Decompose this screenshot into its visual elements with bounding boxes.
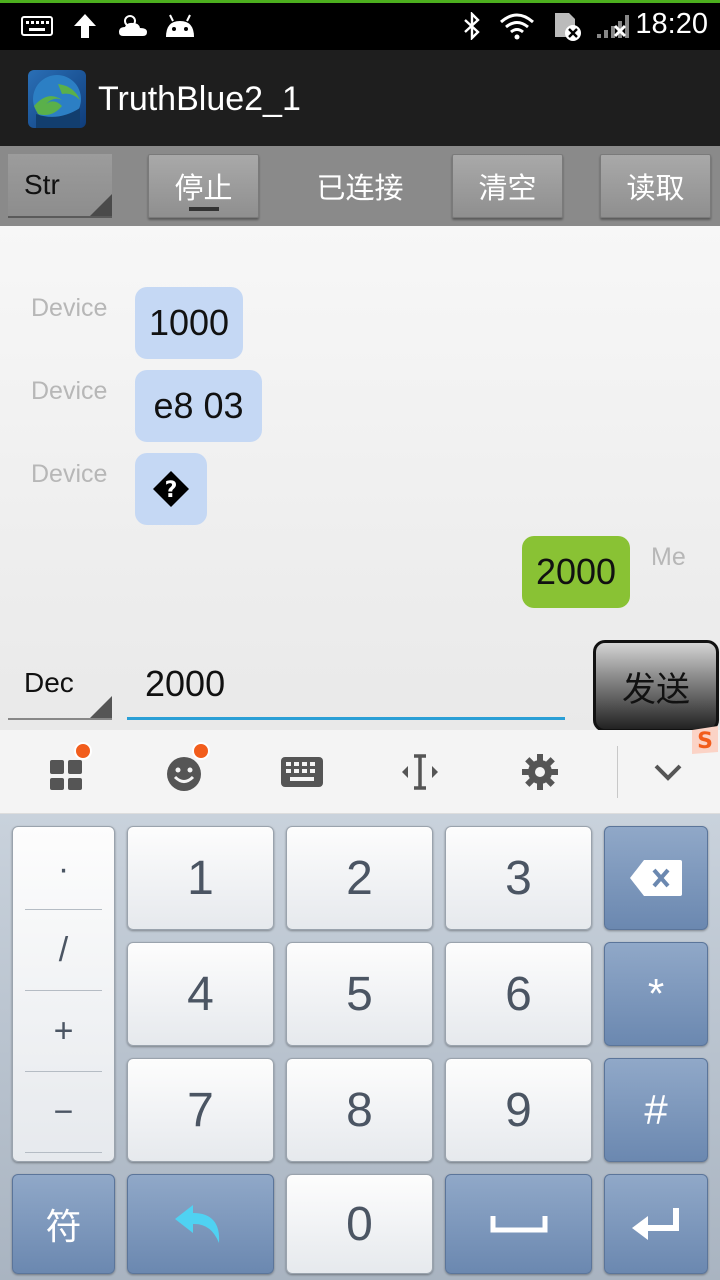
- android-icon: [162, 10, 198, 42]
- message-sender: Device: [31, 460, 108, 488]
- stop-button[interactable]: 停止: [148, 154, 259, 218]
- wifi-icon: [498, 10, 536, 42]
- toolbar: Str 停止 已连接 清空 读取: [0, 146, 720, 226]
- apps-grid-icon[interactable]: [44, 742, 92, 794]
- status-accent-line: [0, 0, 720, 3]
- notification-dot: [74, 742, 92, 760]
- space-key[interactable]: [445, 1174, 592, 1274]
- clear-button[interactable]: 清空: [452, 154, 563, 218]
- enter-key[interactable]: [604, 1174, 708, 1274]
- undo-arrow-icon: [174, 1205, 219, 1243]
- keyboard-toolbar: [0, 730, 720, 814]
- dropdown-triangle-icon: [90, 194, 112, 216]
- message-bubble[interactable]: e8 03: [135, 370, 262, 442]
- message-bubble[interactable]: 2000: [522, 536, 630, 608]
- sim-icon: [550, 10, 584, 42]
- key-7[interactable]: 7: [127, 1058, 274, 1162]
- emoji-icon[interactable]: [162, 742, 210, 794]
- stop-underline: [189, 207, 219, 211]
- sogou-logo-icon: S: [688, 724, 720, 756]
- hash-key[interactable]: #: [604, 1058, 708, 1162]
- status-bar: 18:20: [0, 0, 720, 50]
- unknown-char-icon: ?: [153, 471, 189, 507]
- message-bubble[interactable]: 1000: [135, 287, 243, 359]
- symbol-key[interactable]: −: [25, 1072, 102, 1152]
- message-sender: Device: [31, 377, 108, 405]
- key-6[interactable]: 6: [445, 942, 592, 1046]
- signal-icon: [594, 10, 634, 42]
- upload-arrow-icon: [70, 10, 100, 42]
- cursor-icon[interactable]: [398, 750, 442, 794]
- svg-text:S: S: [697, 729, 713, 754]
- symbol-key[interactable]: +: [25, 991, 102, 1071]
- key-5[interactable]: 5: [286, 942, 433, 1046]
- format-spinner-value: Dec: [24, 667, 74, 698]
- key-1[interactable]: 1: [127, 826, 274, 930]
- settings-icon[interactable]: [518, 750, 562, 794]
- clock: 18:20: [635, 8, 708, 40]
- key-0[interactable]: 0: [286, 1174, 433, 1274]
- mode-spinner[interactable]: Str: [8, 154, 112, 218]
- mode-spinner-value: Str: [24, 169, 60, 200]
- read-button[interactable]: 读取: [600, 154, 711, 218]
- app-title: TruthBlue2_1: [98, 80, 301, 118]
- symbol-key[interactable]: ·: [25, 829, 102, 909]
- key-2[interactable]: 2: [286, 826, 433, 930]
- key-4[interactable]: 4: [127, 942, 274, 1046]
- action-bar: TruthBlue2_1: [0, 50, 720, 146]
- send-button[interactable]: 发送: [593, 640, 719, 732]
- enter-icon: [632, 1208, 679, 1240]
- numeric-keyboard: · / + − 1 2 3 4 5 6 * 7 8 9 # 符 0: [0, 814, 720, 1280]
- keyboard-icon: [20, 10, 54, 42]
- message-bubble[interactable]: ?: [135, 453, 207, 525]
- bluetooth-icon: [458, 10, 486, 42]
- symbol-key[interactable]: /: [25, 910, 102, 990]
- symbols-key[interactable]: 符: [12, 1174, 115, 1274]
- symbol-divider: [25, 1152, 102, 1153]
- collapse-chevron-icon[interactable]: [646, 750, 690, 794]
- notification-dot: [192, 742, 210, 760]
- dropdown-triangle-icon: [90, 696, 112, 718]
- star-key[interactable]: *: [604, 942, 708, 1046]
- svg-text:?: ?: [165, 478, 178, 503]
- message-sender: Me: [651, 543, 686, 571]
- toolbar-divider: [617, 746, 618, 798]
- stop-button-label: 停止: [174, 171, 233, 205]
- key-9[interactable]: 9: [445, 1058, 592, 1162]
- key-3[interactable]: 3: [445, 826, 592, 930]
- format-spinner[interactable]: Dec: [8, 648, 112, 720]
- space-icon: [490, 1216, 547, 1233]
- symbol-column[interactable]: · / + −: [12, 826, 115, 1162]
- connection-status: 已连接: [316, 171, 404, 205]
- keyboard-icon[interactable]: [280, 750, 324, 794]
- message-sender: Device: [31, 294, 108, 322]
- return-key[interactable]: [127, 1174, 274, 1274]
- message-input[interactable]: [127, 650, 565, 720]
- backspace-icon: [630, 860, 682, 896]
- key-8[interactable]: 8: [286, 1058, 433, 1162]
- weather-icon: [116, 10, 150, 42]
- app-icon[interactable]: [28, 70, 86, 128]
- backspace-key[interactable]: [604, 826, 708, 930]
